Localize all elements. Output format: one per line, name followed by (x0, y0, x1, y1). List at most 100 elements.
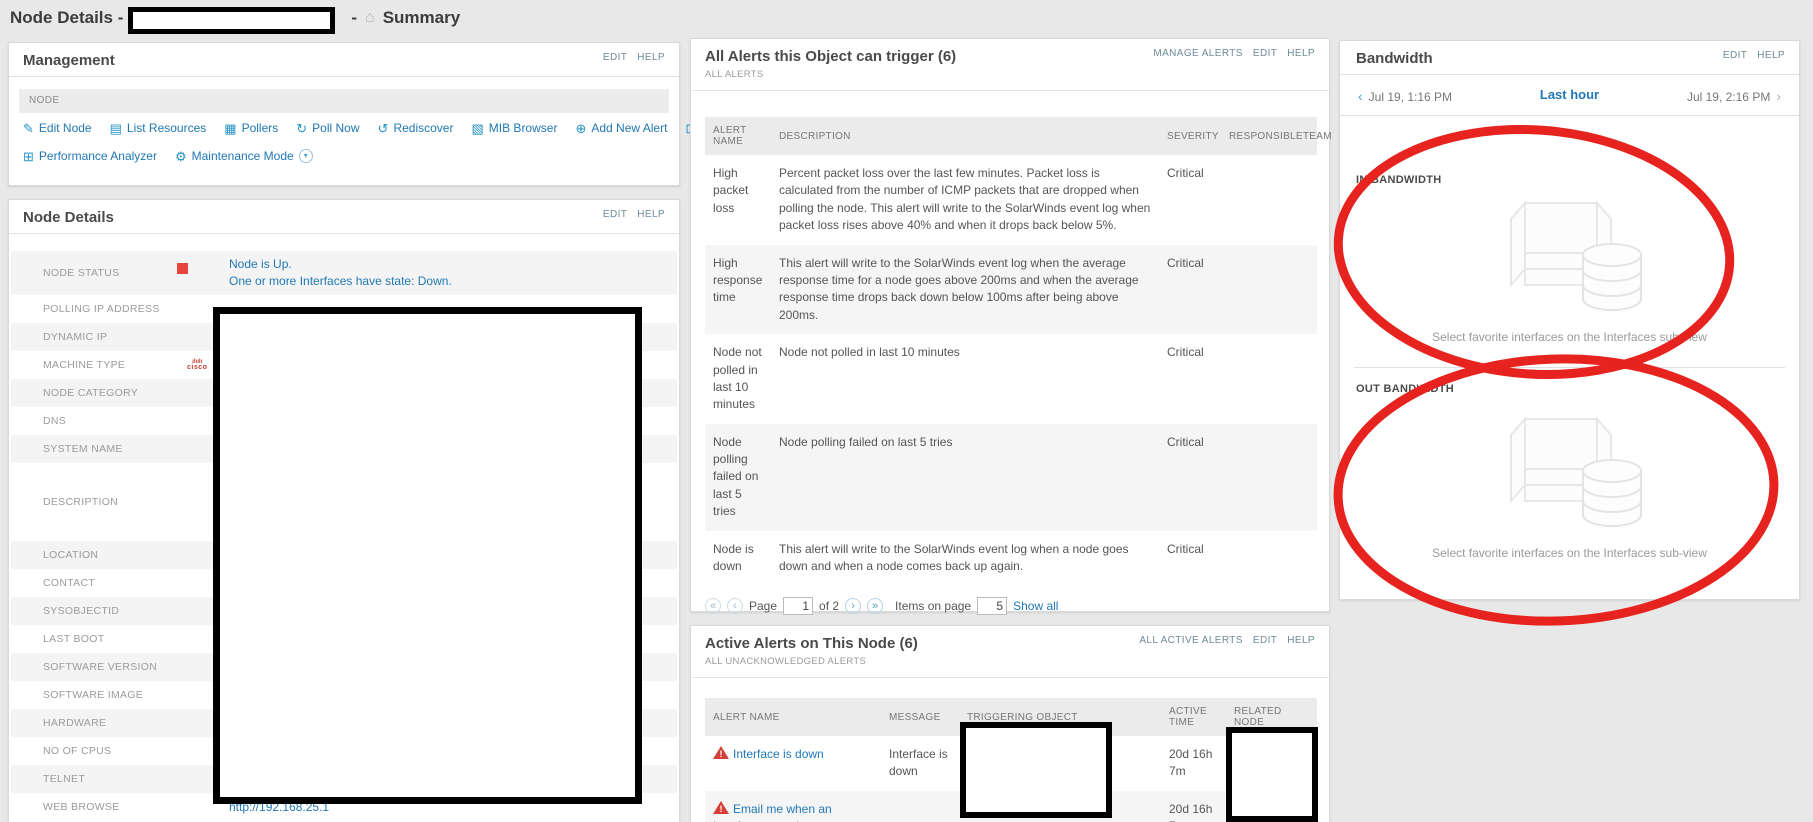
chevron-right-icon[interactable]: › (1776, 88, 1781, 104)
alert-name: High response time (705, 244, 771, 335)
alert-severity: Critical (1167, 541, 1204, 556)
rediscover-icon: ↺ (377, 120, 389, 136)
node-details-page: Node Details - - ⌂ Summary Management ED… (0, 0, 1813, 822)
bandwidth-title: Bandwidth (1356, 50, 1433, 67)
prev-page-button[interactable]: ‹ (727, 598, 743, 615)
in-bandwidth-placeholder: Select favorite interfaces on the Interf… (1340, 193, 1799, 344)
rediscover-button[interactable]: ↺ Rediscover (378, 121, 454, 135)
alert-description: Node not polled in last 10 minutes (779, 345, 960, 360)
software-version-label: SOFTWARE VERSION (43, 661, 158, 673)
pollers-icon: ▦ (224, 120, 237, 136)
col-alert-name: ALERT NAME (705, 117, 771, 155)
all-alerts-table: ALERT NAME DESCRIPTION SEVERITY RESPONSI… (705, 117, 1332, 586)
page-of-label: of 2 (819, 599, 840, 614)
bandwidth-header: Bandwidth EDIT HELP (1340, 41, 1799, 75)
performance-analyzer-button[interactable]: ⊞ Performance Analyzer (23, 149, 157, 163)
alert-team (1221, 244, 1317, 335)
pollers-button[interactable]: ▦ Pollers (224, 121, 278, 135)
items-per-page-input[interactable] (977, 597, 1008, 616)
show-all-link[interactable]: Show all (1013, 599, 1058, 613)
alert-name: High packet loss (713, 166, 749, 215)
edit-node-button[interactable]: ✎ Edit Node (23, 121, 92, 135)
machine-type-label: MACHINE TYPE (43, 359, 126, 371)
alert-message (881, 790, 959, 822)
alert-name: Node not polled in last 10 minutes (713, 345, 762, 412)
empty-chart-placeholder-icon (1509, 416, 1642, 527)
bandwidth-edit-link[interactable]: EDIT (1723, 50, 1747, 61)
poll-now-button[interactable]: ↻ Poll Now (296, 121, 359, 135)
active-alerts-help-link[interactable]: HELP (1287, 635, 1315, 646)
col-description: DESCRIPTION (771, 117, 1159, 155)
management-edit-link[interactable]: EDIT (603, 52, 627, 63)
management-help-link[interactable]: HELP (637, 52, 665, 63)
alert-team (1221, 334, 1317, 424)
bandwidth-help-link[interactable]: HELP (1757, 50, 1785, 61)
redaction-box-node-details-values (213, 307, 642, 804)
next-page-button[interactable]: › (845, 598, 862, 615)
telnet-label: TELNET (43, 773, 86, 785)
hardware-label: HARDWARE (43, 717, 107, 729)
section-divider (1354, 367, 1785, 368)
page-number-input[interactable] (783, 597, 814, 616)
active-alert-name-link[interactable]: Interface is down (733, 747, 824, 761)
mib-browser-icon: ▧ (471, 120, 484, 136)
performance-icon: ⊞ (23, 148, 34, 164)
out-bandwidth-placeholder: Select favorite interfaces on the Interf… (1340, 409, 1799, 560)
refresh-icon: ↻ (296, 120, 308, 136)
alert-team (1221, 423, 1317, 531)
node-details-title: Node Details (23, 209, 114, 226)
all-active-alerts-link[interactable]: ALL ACTIVE ALERTS (1139, 635, 1243, 646)
active-alerts-edit-link[interactable]: EDIT (1253, 635, 1277, 646)
node-category-label: NODE CATEGORY (43, 387, 139, 399)
node-details-help-link[interactable]: HELP (637, 209, 665, 220)
all-alerts-panel: All Alerts this Object can trigger (6) A… (690, 38, 1332, 639)
first-page-button[interactable]: « (705, 598, 721, 615)
dynamic-ip-label: DYNAMIC IP (43, 331, 108, 343)
table-row[interactable]: High packet loss Percent packet loss ove… (705, 155, 1317, 245)
all-alerts-help-link[interactable]: HELP (1287, 48, 1315, 59)
pagination: « ‹ Page of 2 › » Items on page Show all (705, 597, 1315, 616)
time-end[interactable]: Jul 19, 2:16 PM › (1687, 88, 1781, 104)
select-interfaces-hint: Select favorite interfaces on the Interf… (1432, 330, 1707, 344)
alert-severity: Critical (1167, 345, 1204, 360)
active-time: 20d 16h 7m (1169, 747, 1213, 779)
table-row[interactable]: Node polling failed on last 5 tries Node… (705, 423, 1317, 531)
mib-browser-button[interactable]: ▧ MIB Browser (471, 121, 557, 135)
page-title-prefix: Node Details - (10, 8, 124, 27)
list-resources-button[interactable]: ▤ List Resources (110, 121, 207, 135)
col-active-time: ACTIVE TIME (1161, 698, 1226, 736)
chevron-down-circle-icon[interactable]: ▾ (298, 149, 313, 163)
all-alerts-edit-link[interactable]: EDIT (1253, 48, 1277, 59)
alert-description: Percent packet loss over the last few mi… (779, 166, 1151, 233)
all-alerts-subtitle: ALL ALERTS (705, 69, 764, 80)
col-message: MESSAGE (881, 698, 959, 736)
last-page-button[interactable]: » (867, 598, 884, 615)
col-severity: SEVERITY (1159, 117, 1221, 155)
table-row[interactable]: High response time This alert will write… (705, 244, 1317, 335)
node-details-edit-link[interactable]: EDIT (603, 209, 627, 220)
maintenance-icon: ⚙ (174, 148, 187, 164)
node-status-row: NODE STATUS Node is Up. One or more Inte… (11, 251, 677, 295)
manage-alerts-link[interactable]: MANAGE ALERTS (1153, 48, 1243, 59)
table-row[interactable]: Node not polled in last 10 minutes Node … (705, 334, 1317, 424)
node-details-header: Node Details EDIT HELP (9, 200, 679, 234)
empty-chart-placeholder-icon (1509, 200, 1642, 311)
table-row[interactable]: Node is down This alert will write to th… (705, 531, 1317, 586)
maintenance-mode-button[interactable]: ⚙ Maintenance Mode ▾ (175, 149, 313, 163)
alert-description: Node polling failed on last 5 tries (771, 423, 1159, 531)
system-name-label: SYSTEM NAME (43, 443, 123, 455)
location-label: LOCATION (43, 549, 99, 561)
alert-name: Node polling failed on last 5 tries (705, 423, 771, 531)
alert-team (1221, 531, 1317, 586)
management-links-row2: ⊞ Performance Analyzer ⚙ Maintenance Mode ▾ (23, 149, 669, 163)
active-time: 20d 16h 7m (1161, 790, 1226, 822)
alert-severity: Critical (1159, 244, 1221, 335)
out-bandwidth-label: OUT BANDWIDTH (1356, 383, 1454, 395)
active-alert-name-link[interactable]: Email me when an Interface goes down (713, 802, 832, 822)
no-of-cpus-label: NO OF CPUS (43, 745, 112, 757)
plus-circle-icon: ⊕ (575, 120, 587, 136)
description-label: DESCRIPTION (43, 496, 119, 508)
pencil-icon: ✎ (23, 120, 34, 136)
add-new-alert-button[interactable]: ⊕ Add New Alert (575, 121, 667, 135)
warning-triangle-icon (713, 746, 729, 761)
